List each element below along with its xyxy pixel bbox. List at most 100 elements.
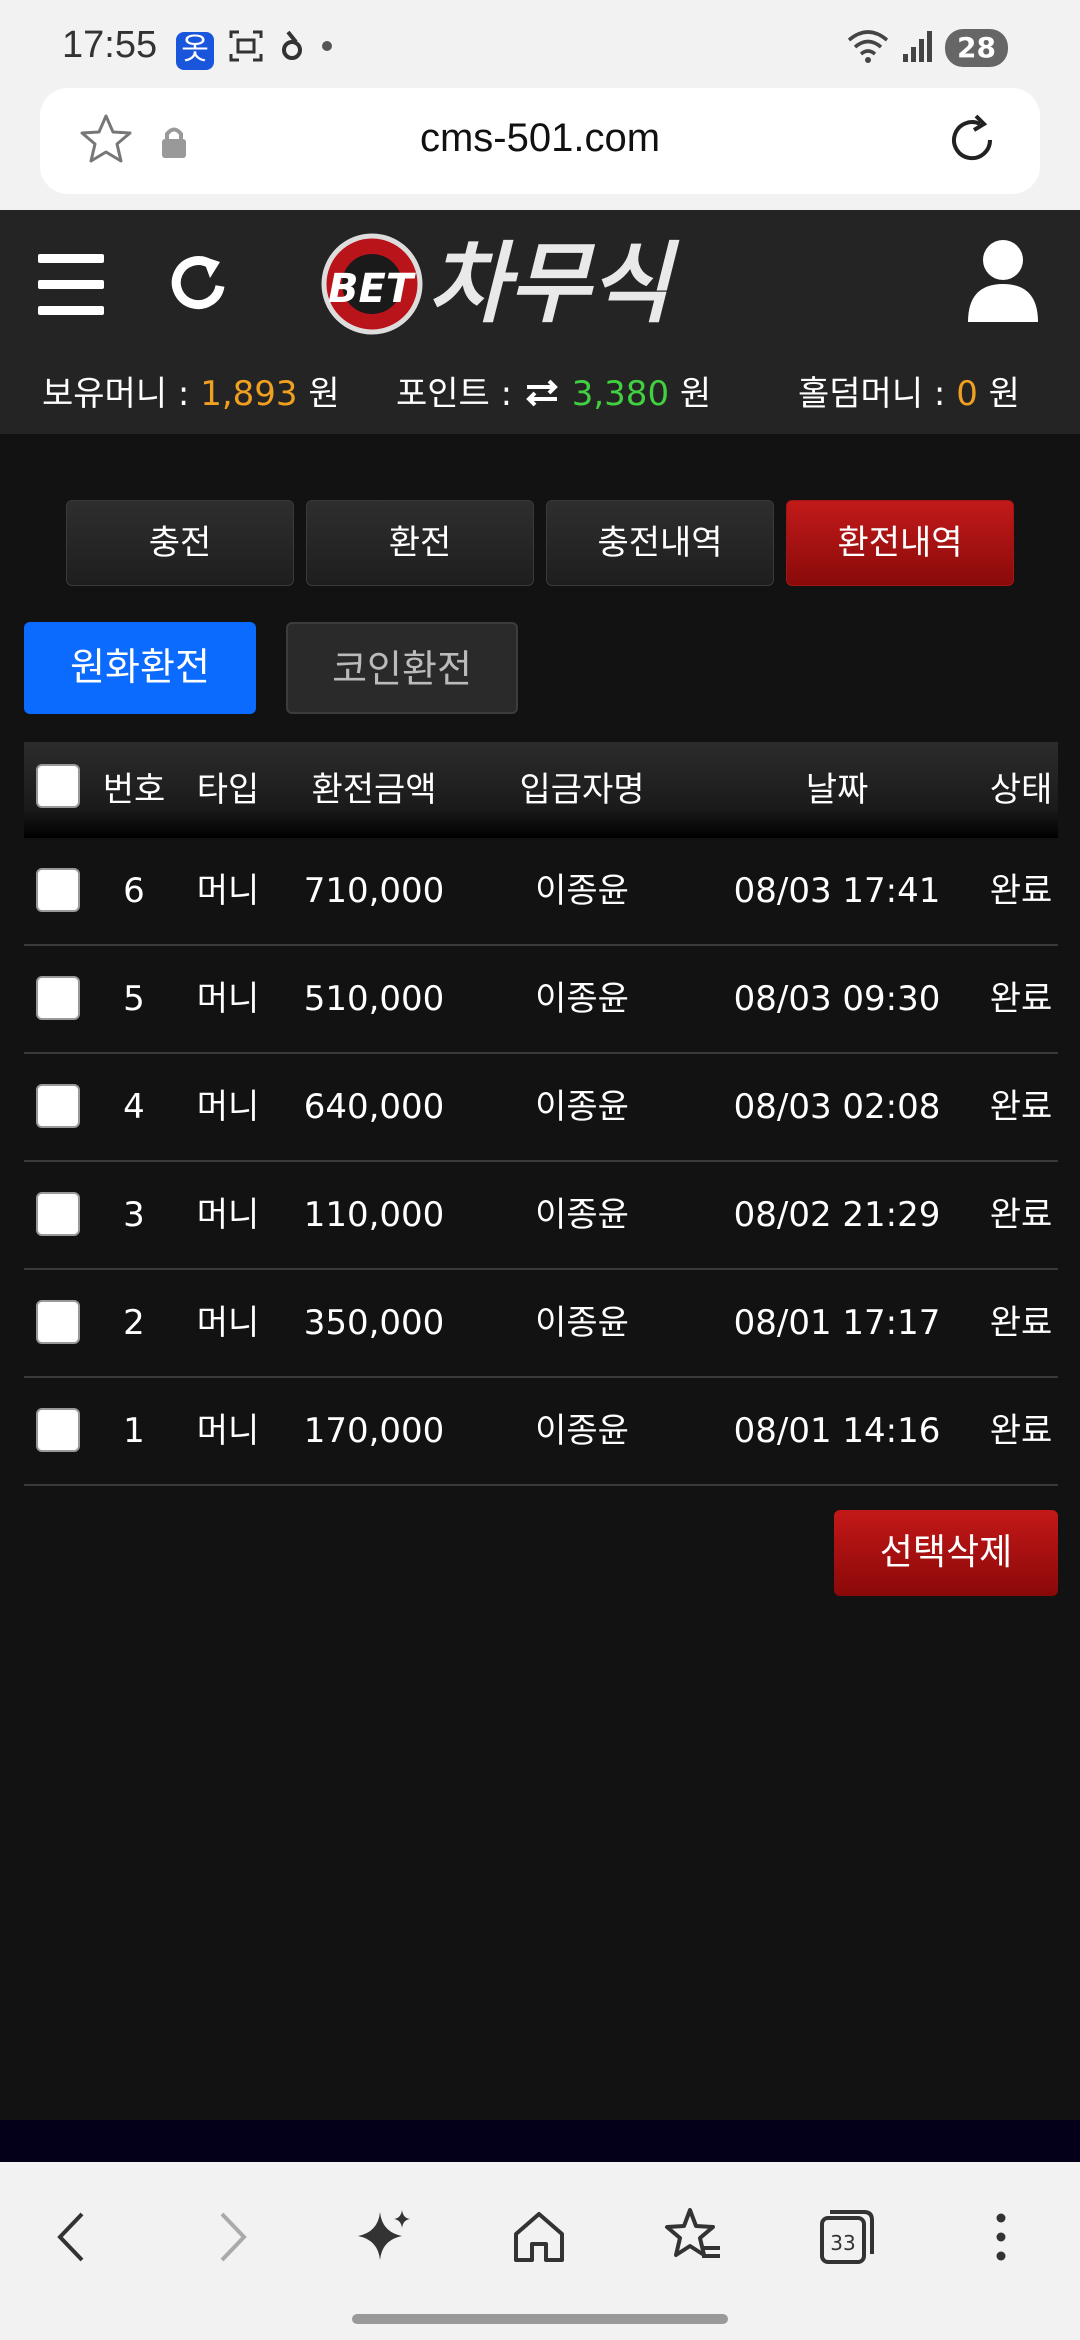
cell-no: 3: [123, 1195, 145, 1235]
delete-selected-button[interactable]: 선택삭제: [834, 1510, 1058, 1596]
address-bar[interactable]: cms-501.com: [40, 88, 1040, 194]
holdem-label: 홀덤머니 :: [798, 374, 957, 414]
money-balance: 보유머니 : 1,893 원: [42, 366, 340, 415]
cell-depositor: 이종윤: [535, 1303, 629, 1343]
header-date: 날짜: [805, 770, 869, 810]
page-footer-band: [0, 2120, 1080, 2162]
status-time: 17:55: [62, 24, 158, 66]
tab-count: 33: [830, 2231, 855, 2255]
header-depositor: 입금자명: [519, 770, 645, 810]
status-right: 28: [845, 28, 1008, 68]
money-value: 1,893: [200, 374, 298, 414]
cell-type: 머니: [196, 871, 260, 911]
hamburger-menu-icon[interactable]: [38, 254, 104, 316]
holdem-value: 0: [956, 374, 978, 414]
point-unit: 원: [669, 374, 712, 414]
point-value: 3,380: [571, 374, 670, 414]
cell-depositor: 이종윤: [535, 1411, 629, 1451]
cell-amount: 170,000: [303, 1411, 445, 1451]
table-row[interactable]: 5 머니 510,000 이종윤 08/03 09:30 완료: [24, 946, 1058, 1054]
cell-depositor: 이종윤: [535, 1087, 629, 1127]
table-row[interactable]: 2 머니 350,000 이종윤 08/01 17:17 완료: [24, 1270, 1058, 1378]
cell-amount: 710,000: [303, 871, 445, 911]
cell-depositor: 이종윤: [535, 871, 629, 911]
tab-withdraw[interactable]: 환전: [306, 500, 534, 586]
row-checkbox[interactable]: [36, 976, 80, 1020]
cell-amount: 350,000: [303, 1303, 445, 1343]
status-icons: 옷: [176, 28, 334, 73]
tab-deposit[interactable]: 충전: [66, 500, 294, 586]
point-balance[interactable]: 포인트 : 3,380 원: [396, 366, 711, 415]
browser-bottom-nav: 33: [0, 2162, 1080, 2340]
app-notification-icon: [278, 28, 306, 73]
cell-type: 머니: [196, 1411, 260, 1451]
table-row[interactable]: 1 머니 170,000 이종윤 08/01 14:16 완료: [24, 1378, 1058, 1486]
cell-no: 1: [123, 1411, 145, 1451]
cell-depositor: 이종윤: [535, 979, 629, 1019]
cell-status: 완료: [989, 1087, 1053, 1127]
site-logo[interactable]: BET 차무식: [320, 228, 750, 338]
svg-text:BET: BET: [328, 266, 416, 312]
table-row[interactable]: 6 머니 710,000 이종윤 08/03 17:41 완료: [24, 838, 1058, 946]
cell-depositor: 이종윤: [535, 1195, 629, 1235]
signal-icon: [901, 28, 935, 68]
cell-type: 머니: [196, 979, 260, 1019]
exchange-arrows-icon[interactable]: [523, 378, 561, 408]
cell-date: 08/01 14:16: [733, 1411, 941, 1451]
balance-bar: 보유머니 : 1,893 원 포인트 : 3,380 원 홀덤머니 : 0 원: [0, 366, 1080, 416]
cell-type: 머니: [196, 1195, 260, 1235]
svg-text:차무식: 차무식: [428, 232, 680, 335]
gesture-handle: [352, 2314, 728, 2324]
cell-amount: 640,000: [303, 1087, 445, 1127]
row-checkbox[interactable]: [36, 1408, 80, 1452]
cell-no: 6: [123, 871, 145, 911]
withdraw-history-table: 번호 타입 환전금액 입금자명 날짜 상태 6 머니 710,000 이종윤 0…: [24, 742, 1058, 1486]
subtab-krw-withdraw[interactable]: 원화환전: [24, 622, 256, 714]
cell-status: 완료: [989, 871, 1053, 911]
money-unit: 원: [297, 374, 340, 414]
row-checkbox[interactable]: [36, 1084, 80, 1128]
bookmarks-icon[interactable]: [658, 2202, 728, 2272]
more-menu-icon[interactable]: [966, 2202, 1036, 2272]
table-row[interactable]: 4 머니 640,000 이종윤 08/03 02:08 완료: [24, 1054, 1058, 1162]
tabs-icon[interactable]: 33: [812, 2202, 882, 2272]
cell-type: 머니: [196, 1303, 260, 1343]
notification-badge-icon: 옷: [176, 31, 214, 70]
dot-icon: [320, 28, 334, 73]
header-status: 상태: [989, 770, 1053, 810]
cell-date: 08/03 02:08: [733, 1087, 941, 1127]
cell-type: 머니: [196, 1087, 260, 1127]
subtab-coin-withdraw[interactable]: 코인환전: [286, 622, 518, 714]
row-checkbox[interactable]: [36, 1192, 80, 1236]
select-all-checkbox[interactable]: [36, 764, 80, 808]
wifi-icon: [845, 28, 891, 68]
main-tabs: 충전 환전 충전내역 환전내역: [66, 500, 1014, 586]
forward-icon[interactable]: [196, 2202, 266, 2272]
table-header: 번호 타입 환전금액 입금자명 날짜 상태: [24, 742, 1058, 838]
browser-toolbar: cms-501.com: [0, 88, 1080, 210]
tab-withdraw-history[interactable]: 환전내역: [786, 500, 1014, 586]
header-no: 번호: [102, 770, 166, 810]
user-account-icon[interactable]: [966, 238, 1040, 322]
holdem-balance: 홀덤머니 : 0 원: [798, 366, 1020, 415]
cell-date: 08/03 09:30: [733, 979, 941, 1019]
row-checkbox[interactable]: [36, 868, 80, 912]
holdem-unit: 원: [977, 374, 1020, 414]
header-type: 타입: [196, 770, 260, 810]
tab-deposit-history[interactable]: 충전내역: [546, 500, 774, 586]
table-row[interactable]: 3 머니 110,000 이종윤 08/02 21:29 완료: [24, 1162, 1058, 1270]
cell-no: 4: [123, 1087, 145, 1127]
back-icon[interactable]: [38, 2202, 108, 2272]
refresh-icon[interactable]: [164, 248, 234, 318]
url-text[interactable]: cms-501.com: [40, 116, 1040, 161]
site-header: BET 차무식 보유머니 : 1,893 원 포인트 : 3,380 원 홀덤머…: [0, 210, 1080, 434]
cell-date: 08/02 21:29: [733, 1195, 941, 1235]
ai-sparkle-icon[interactable]: [350, 2202, 420, 2272]
status-bar: 17:55 옷 28: [0, 0, 1080, 88]
cell-no: 2: [123, 1303, 145, 1343]
money-label: 보유머니 :: [42, 374, 201, 414]
cell-amount: 110,000: [303, 1195, 445, 1235]
home-icon[interactable]: [504, 2202, 574, 2272]
row-checkbox[interactable]: [36, 1300, 80, 1344]
reload-icon[interactable]: [942, 110, 1002, 170]
